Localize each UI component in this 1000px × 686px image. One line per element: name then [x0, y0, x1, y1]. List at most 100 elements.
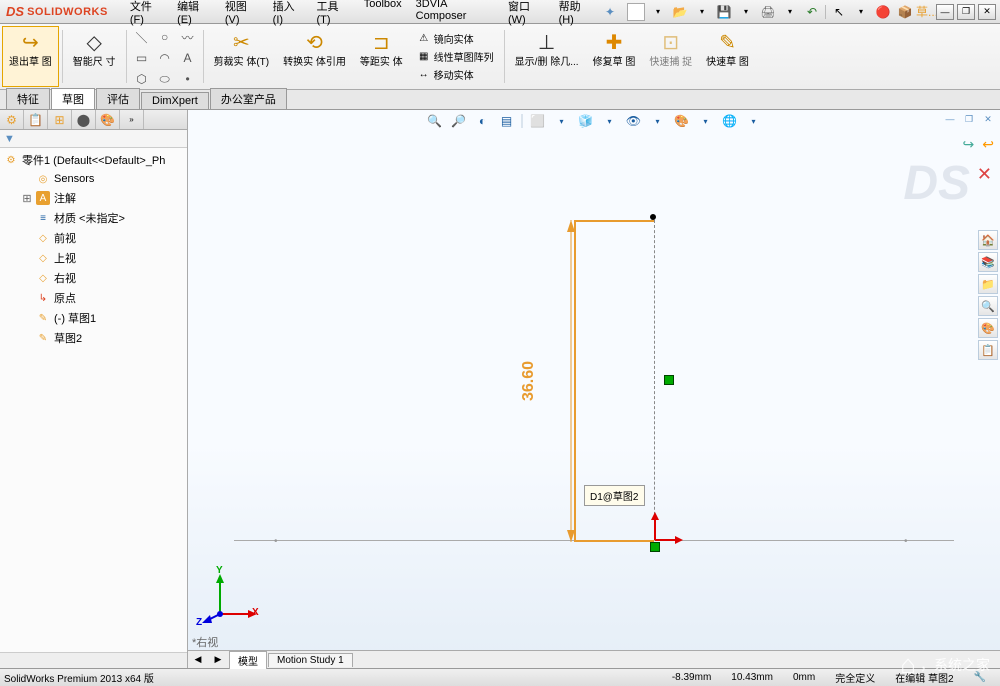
config-manager-tab[interactable]: ⊞	[48, 110, 72, 129]
hide-show-icon[interactable]: 👁	[625, 112, 643, 130]
trim-button[interactable]: ✂ 剪裁实 体(T)	[207, 26, 277, 87]
line-icon[interactable]: ＼	[132, 28, 152, 46]
tree-item-sketch2[interactable]: ✎草图2	[2, 328, 185, 348]
dropdown-icon[interactable]: ▾	[693, 3, 711, 21]
tab-motion-study[interactable]: Motion Study 1	[268, 653, 353, 667]
exit-sketch-button[interactable]: ↪ 退出草 图	[2, 26, 59, 87]
tree-item-material[interactable]: ≡材质 <未指定>	[2, 208, 185, 228]
expander-icon[interactable]: ⊞	[22, 192, 32, 205]
menu-view[interactable]: 视图(V)	[219, 0, 265, 29]
tab-features[interactable]: 特征	[6, 88, 50, 109]
arc-icon[interactable]: ◠	[155, 49, 175, 67]
smart-dimension-button[interactable]: ◇ 智能尺 寸	[66, 26, 123, 87]
point-icon[interactable]: •	[178, 70, 198, 88]
select-icon[interactable]: ↖	[830, 3, 848, 21]
menu-file[interactable]: 文件(F)	[124, 0, 169, 29]
property-manager-tab[interactable]: 📋	[24, 110, 48, 129]
file-explorer-icon[interactable]: 📁	[978, 274, 998, 294]
tree-item-right-plane[interactable]: ◇右视	[2, 268, 185, 288]
tab-sketch[interactable]: 草图	[51, 88, 95, 109]
repair-button[interactable]: ✚ 修复草 图	[586, 26, 643, 87]
menu-toolbox[interactable]: Toolbox	[358, 0, 408, 29]
cancel-corner-icon[interactable]: ✕	[977, 164, 992, 185]
dropdown-icon[interactable]: ▾	[553, 112, 571, 130]
tree-item-sensors[interactable]: ◎Sensors	[2, 170, 185, 188]
new-icon[interactable]: ▫	[627, 3, 645, 21]
zoom-fit-icon[interactable]: 🔍	[426, 112, 444, 130]
tree-root[interactable]: ⚙ 零件1 (Default<<Default>_Ph	[2, 150, 185, 170]
ellipse-icon[interactable]: ⬭	[155, 70, 175, 88]
dropdown-icon[interactable]: ▾	[601, 112, 619, 130]
dimension-line[interactable]	[564, 220, 578, 542]
custom-props-icon[interactable]: 📋	[978, 340, 998, 360]
mirror-button[interactable]: ⚠镜向实体	[414, 30, 497, 47]
rebuild-icon[interactable]: 🔴	[874, 3, 892, 21]
tab-model[interactable]: 模型	[229, 651, 267, 669]
dropdown-icon[interactable]: ▾	[649, 3, 667, 21]
display-manager-tab[interactable]: 🎨	[96, 110, 120, 129]
dimxpert-tab[interactable]: ⬤	[72, 110, 96, 129]
tree-item-top-plane[interactable]: ◇上视	[2, 248, 185, 268]
close-button[interactable]: ✕	[978, 4, 996, 20]
dimension-value[interactable]: 36.60	[520, 361, 538, 401]
print-icon[interactable]: 🖨	[759, 3, 777, 21]
vp-minimize-icon[interactable]: —	[942, 112, 958, 126]
resources-icon[interactable]: 🏠	[978, 230, 998, 250]
maximize-button[interactable]: ❐	[957, 4, 975, 20]
sketch-line[interactable]	[574, 220, 654, 222]
display-delete-button[interactable]: ⊥ 显示/删 除几...	[508, 26, 586, 87]
design-library-icon[interactable]: 📚	[978, 252, 998, 272]
offset-button[interactable]: ⊐ 等距实 体	[353, 26, 410, 87]
dropdown-icon[interactable]: ▾	[649, 112, 667, 130]
polygon-icon[interactable]: ⬡	[132, 70, 152, 88]
menu-insert[interactable]: 插入(I)	[267, 0, 309, 29]
zoom-area-icon[interactable]: 🔎	[450, 112, 468, 130]
ok-corner-icon[interactable]: ↩	[982, 136, 994, 153]
prev-view-icon[interactable]: ◐	[474, 112, 492, 130]
quick-snap-button[interactable]: ⊡ 快速捕 捉	[642, 26, 699, 87]
menu-window[interactable]: 窗口(W)	[502, 0, 551, 29]
vp-maximize-icon[interactable]: ❐	[961, 112, 977, 126]
save-icon[interactable]: 💾	[715, 3, 733, 21]
scene-icon[interactable]: 🌐	[721, 112, 739, 130]
tab-office[interactable]: 办公室产品	[210, 88, 287, 109]
relation-handle[interactable]	[664, 375, 674, 385]
doc-icon[interactable]: 草...	[918, 3, 936, 21]
centerline[interactable]	[654, 215, 655, 545]
options-icon[interactable]: 📦	[896, 3, 914, 21]
sketch-endpoint[interactable]	[650, 214, 656, 220]
dropdown-icon[interactable]: ▾	[697, 112, 715, 130]
tree-item-annotations[interactable]: ⊞A注解	[2, 188, 185, 208]
exit-sketch-corner-icon[interactable]: ↪	[963, 136, 975, 153]
text-icon[interactable]: A	[178, 49, 198, 67]
section-icon[interactable]: ▤	[498, 112, 516, 130]
menu-edit[interactable]: 编辑(E)	[171, 0, 217, 29]
sketch-line[interactable]	[574, 540, 654, 542]
dropdown-icon[interactable]: ▾	[852, 3, 870, 21]
tab-dimxpert[interactable]: DimXpert	[141, 92, 209, 109]
vp-close-icon[interactable]: ✕	[980, 112, 996, 126]
convert-button[interactable]: ⟲ 转换实 体引用	[276, 26, 353, 87]
graphics-viewport[interactable]: DS 🔍 🔎 ◐ ▤ ⬜ ▾ 🧊 ▾ 👁 ▾ 🎨 ▾ 🌐 ▾ — ❐ ✕ ↪ ↩	[188, 110, 1000, 668]
tab-nav-prev-icon[interactable]: ◀	[188, 654, 208, 665]
tab-evaluate[interactable]: 评估	[96, 88, 140, 109]
menu-tools[interactable]: 工具(T)	[311, 0, 356, 29]
open-icon[interactable]: 📂	[671, 3, 689, 21]
filter-bar[interactable]: ▼	[0, 130, 187, 148]
rectangle-icon[interactable]: ▭	[132, 49, 152, 67]
circle-icon[interactable]: ○	[155, 28, 175, 46]
view-palette-icon[interactable]: 🔍	[978, 296, 998, 316]
feature-manager-tab[interactable]: ⚙	[0, 110, 24, 129]
dropdown-icon[interactable]: ▾	[745, 112, 763, 130]
dropdown-icon[interactable]: ▾	[737, 3, 755, 21]
menu-help[interactable]: 帮助(H)	[553, 0, 599, 29]
status-custom-icon[interactable]: 🔧	[964, 672, 996, 683]
tree-item-origin[interactable]: ↳原点	[2, 288, 185, 308]
panel-scrollbar[interactable]	[0, 652, 187, 668]
dropdown-icon[interactable]: »	[120, 110, 144, 129]
menu-3dvia[interactable]: 3DVIA Composer	[410, 0, 500, 29]
orientation-triad[interactable]: Y X Z	[200, 569, 260, 634]
linear-pattern-button[interactable]: ▦线性草图阵列	[414, 48, 497, 65]
tree-item-sketch1[interactable]: ✎(-) 草图1	[2, 308, 185, 328]
tree-item-front-plane[interactable]: ◇前视	[2, 228, 185, 248]
